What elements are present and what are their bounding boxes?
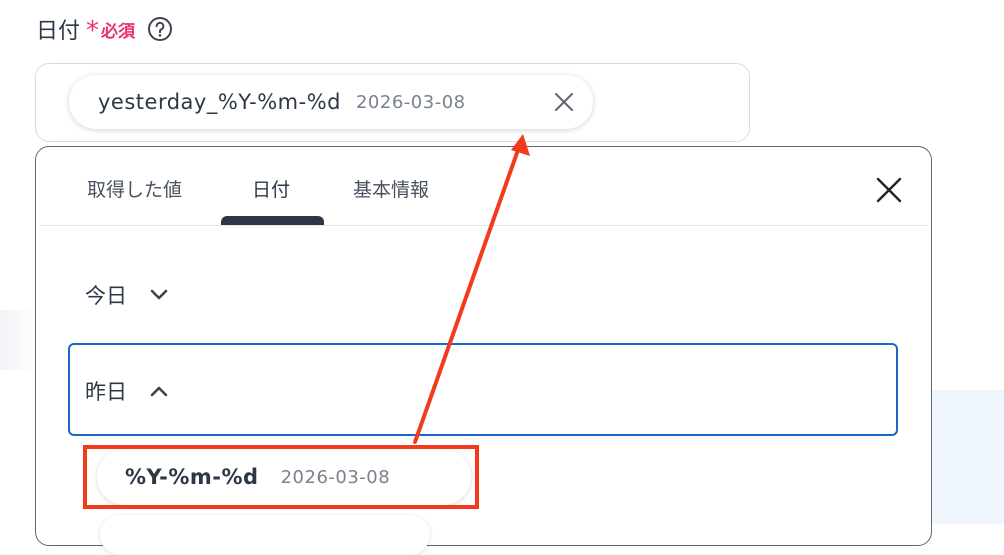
question-circle-icon[interactable]	[147, 16, 173, 42]
required-badge: 必須	[101, 21, 136, 42]
tab-acquired-values[interactable]: 取得した値	[87, 175, 182, 202]
selected-value-chip[interactable]: yesterday_%Y-%m-%d 2026-03-08	[69, 75, 593, 129]
tab-basic-info[interactable]: 基本情報	[353, 175, 429, 202]
background-panel-edge	[0, 310, 40, 370]
tab-date[interactable]: 日付	[252, 175, 290, 202]
background-panel	[930, 390, 1004, 524]
close-icon[interactable]	[552, 90, 576, 114]
section-yesterday-label: 昨日	[85, 380, 127, 404]
option-chip-next[interactable]	[100, 515, 430, 555]
chevron-down-icon	[150, 289, 168, 300]
annotation-highlight-box	[83, 445, 479, 509]
field-label-row: 日付 * 必須	[36, 12, 173, 46]
section-yesterday-header[interactable]: 昨日	[85, 376, 169, 406]
section-yesterday[interactable]	[68, 343, 898, 436]
chip-value: 2026-03-08	[355, 91, 466, 113]
required-asterisk: *	[86, 16, 100, 46]
tab-divider	[41, 225, 927, 226]
section-today[interactable]: 今日	[85, 280, 169, 310]
chevron-up-icon	[150, 386, 168, 397]
field-label: 日付	[36, 19, 81, 44]
close-icon[interactable]	[876, 177, 902, 203]
section-today-label: 今日	[85, 284, 127, 308]
chip-key: yesterday_%Y-%m-%d	[98, 90, 341, 114]
